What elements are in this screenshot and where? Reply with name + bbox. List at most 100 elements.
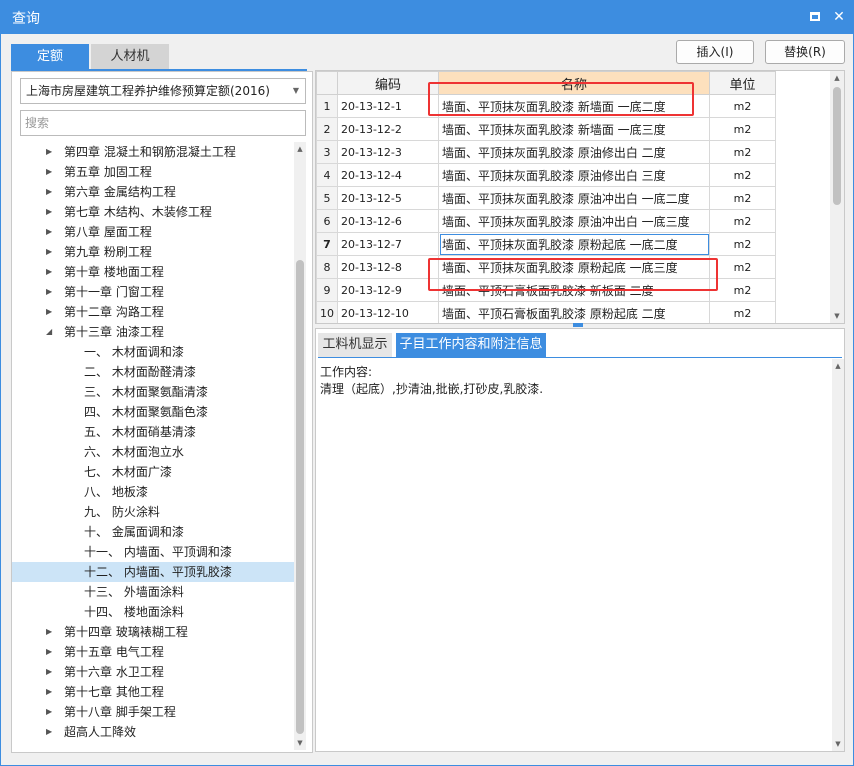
- unit-cell[interactable]: m2: [709, 94, 776, 118]
- collapsed-arrow-icon[interactable]: ▶: [46, 642, 52, 662]
- code-cell[interactable]: 20-13-12-1: [337, 94, 439, 118]
- collapsed-arrow-icon[interactable]: ▶: [46, 702, 52, 722]
- grid-scroll-thumb[interactable]: [833, 87, 841, 205]
- unit-cell[interactable]: m2: [709, 278, 776, 302]
- tab-labor-materials[interactable]: 工料机显示: [318, 333, 392, 357]
- collapsed-arrow-icon[interactable]: ▶: [46, 162, 52, 182]
- close-button[interactable]: ✕: [830, 8, 848, 26]
- code-cell[interactable]: 20-13-12-4: [337, 163, 439, 187]
- tree-item[interactable]: 二、 木材面酚醛清漆: [12, 362, 294, 382]
- scroll-down-icon[interactable]: ▼: [294, 736, 306, 750]
- unit-cell[interactable]: m2: [709, 186, 776, 210]
- tree-item[interactable]: ▶ 第四章 混凝土和钢筋混凝土工程: [12, 142, 294, 162]
- collapsed-arrow-icon[interactable]: ▶: [46, 222, 52, 242]
- name-cell[interactable]: 墙面、平顶抹灰面乳胶漆 新墙面 一底二度: [438, 94, 710, 118]
- tree-item[interactable]: ▶ 第六章 金属结构工程: [12, 182, 294, 202]
- tree-item[interactable]: ◢ 第十三章 油漆工程: [12, 322, 294, 342]
- collapsed-arrow-icon[interactable]: ▶: [46, 202, 52, 222]
- tree-item[interactable]: ▶ 第十六章 水卫工程: [12, 662, 294, 682]
- collapsed-arrow-icon[interactable]: ▶: [46, 262, 52, 282]
- code-cell[interactable]: 20-13-12-5: [337, 186, 439, 210]
- tree-scroll-thumb[interactable]: [296, 260, 304, 734]
- tree-item[interactable]: ▶ 第十四章 玻璃裱糊工程: [12, 622, 294, 642]
- code-cell[interactable]: 20-13-12-9: [337, 278, 439, 302]
- unit-cell[interactable]: m2: [709, 232, 776, 256]
- name-cell[interactable]: 墙面、平顶抹灰面乳胶漆 原粉起底 一底二度: [438, 232, 710, 256]
- table-row[interactable]: 5 20-13-12-5 墙面、平顶抹灰面乳胶漆 原油冲出白 一底二度 m2: [316, 186, 776, 210]
- name-cell[interactable]: 墙面、平顶抹灰面乳胶漆 原油修出白 二度: [438, 140, 710, 164]
- collapsed-arrow-icon[interactable]: ▶: [46, 722, 52, 742]
- tab-quota[interactable]: 定额: [11, 44, 89, 70]
- table-row[interactable]: 4 20-13-12-4 墙面、平顶抹灰面乳胶漆 原油修出白 三度 m2: [316, 163, 776, 187]
- scroll-up-icon[interactable]: ▲: [832, 359, 844, 373]
- table-row[interactable]: 10 20-13-12-10 墙面、平顶石膏板面乳胶漆 原粉起底 二度 m2: [316, 301, 776, 323]
- code-header[interactable]: 编码: [337, 71, 439, 95]
- tree-item[interactable]: ▶ 第十八章 脚手架工程: [12, 702, 294, 722]
- collapsed-arrow-icon[interactable]: ▶: [46, 662, 52, 682]
- tree-item[interactable]: 八、 地板漆: [12, 482, 294, 502]
- collapsed-arrow-icon[interactable]: ▶: [46, 682, 52, 702]
- tree-item[interactable]: ▶ 第十章 楼地面工程: [12, 262, 294, 282]
- tree-item[interactable]: ▶ 第十二章 沟路工程: [12, 302, 294, 322]
- code-cell[interactable]: 20-13-12-8: [337, 255, 439, 279]
- tab-materials[interactable]: 人材机: [91, 44, 169, 70]
- name-cell[interactable]: 墙面、平顶抹灰面乳胶漆 原油修出白 三度: [438, 163, 710, 187]
- tree-item[interactable]: 十三、 外墙面涂料: [12, 582, 294, 602]
- insert-button[interactable]: 插入(I): [676, 40, 754, 64]
- tree-item[interactable]: 三、 木材面聚氨酯清漆: [12, 382, 294, 402]
- replace-button[interactable]: 替换(R): [765, 40, 845, 64]
- tree-item[interactable]: 十四、 楼地面涂料: [12, 602, 294, 622]
- expanded-arrow-icon[interactable]: ◢: [46, 322, 52, 342]
- name-cell[interactable]: 墙面、平顶抹灰面乳胶漆 原油冲出白 一底二度: [438, 186, 710, 210]
- tree-item[interactable]: 十一、 内墙面、平顶调和漆: [12, 542, 294, 562]
- tree-item[interactable]: ▶ 第九章 粉刷工程: [12, 242, 294, 262]
- unit-cell[interactable]: m2: [709, 163, 776, 187]
- tree-scrollbar[interactable]: ▲ ▼: [294, 142, 306, 750]
- tree-item[interactable]: 五、 木材面硝基清漆: [12, 422, 294, 442]
- code-cell[interactable]: 20-13-12-10: [337, 301, 439, 323]
- name-header[interactable]: 名称: [438, 71, 710, 95]
- unit-cell[interactable]: m2: [709, 255, 776, 279]
- tree-item[interactable]: 九、 防火涂料: [12, 502, 294, 522]
- table-row[interactable]: 3 20-13-12-3 墙面、平顶抹灰面乳胶漆 原油修出白 二度 m2: [316, 140, 776, 164]
- search-input[interactable]: [20, 110, 306, 136]
- collapsed-arrow-icon[interactable]: ▶: [46, 282, 52, 302]
- unit-cell[interactable]: m2: [709, 301, 776, 323]
- tree-item[interactable]: 十、 金属面调和漆: [12, 522, 294, 542]
- code-cell[interactable]: 20-13-12-3: [337, 140, 439, 164]
- name-cell[interactable]: 墙面、平顶石膏板面乳胶漆 原粉起底 二度: [438, 301, 710, 323]
- tree-item[interactable]: ▶ 第八章 屋面工程: [12, 222, 294, 242]
- tree-item[interactable]: 一、 木材面调和漆: [12, 342, 294, 362]
- tree-item[interactable]: ▶ 第十一章 门窗工程: [12, 282, 294, 302]
- unit-cell[interactable]: m2: [709, 209, 776, 233]
- name-cell[interactable]: 墙面、平顶抹灰面乳胶漆 原粉起底 一底三度: [438, 255, 710, 279]
- code-cell[interactable]: 20-13-12-6: [337, 209, 439, 233]
- collapsed-arrow-icon[interactable]: ▶: [46, 242, 52, 262]
- table-row[interactable]: 1 20-13-12-1 墙面、平顶抹灰面乳胶漆 新墙面 一底二度 m2: [316, 94, 776, 118]
- name-cell[interactable]: 墙面、平顶石膏板面乳胶漆 新板面 二度: [438, 278, 710, 302]
- table-row[interactable]: 7 20-13-12-7 墙面、平顶抹灰面乳胶漆 原粉起底 一底二度 m2: [316, 232, 776, 256]
- unit-header[interactable]: 单位: [709, 71, 776, 95]
- tree-item[interactable]: ▶ 第十五章 电气工程: [12, 642, 294, 662]
- code-cell[interactable]: 20-13-12-2: [337, 117, 439, 141]
- collapsed-arrow-icon[interactable]: ▶: [46, 182, 52, 202]
- scroll-up-icon[interactable]: ▲: [294, 142, 306, 156]
- maximize-button[interactable]: [806, 8, 824, 26]
- collapsed-arrow-icon[interactable]: ▶: [46, 142, 52, 162]
- tree-item[interactable]: 六、 木材面泡立水: [12, 442, 294, 462]
- table-row[interactable]: 6 20-13-12-6 墙面、平顶抹灰面乳胶漆 原油冲出白 一底三度 m2: [316, 209, 776, 233]
- tree-item[interactable]: ▶ 第七章 木结构、木装修工程: [12, 202, 294, 222]
- tree-item[interactable]: 七、 木材面广漆: [12, 462, 294, 482]
- splitter-handle[interactable]: [573, 323, 583, 327]
- table-row[interactable]: 2 20-13-12-2 墙面、平顶抹灰面乳胶漆 新墙面 一底三度 m2: [316, 117, 776, 141]
- scroll-down-icon[interactable]: ▼: [832, 737, 844, 751]
- tree-item[interactable]: ▶ 第十七章 其他工程: [12, 682, 294, 702]
- grid-scrollbar[interactable]: ▲ ▼: [830, 71, 844, 323]
- name-cell[interactable]: 墙面、平顶抹灰面乳胶漆 原油冲出白 一底三度: [438, 209, 710, 233]
- tree-item[interactable]: ▶ 第五章 加固工程: [12, 162, 294, 182]
- unit-cell[interactable]: m2: [709, 140, 776, 164]
- library-select[interactable]: 上海市房屋建筑工程养护维修预算定额(2016) ▼: [20, 78, 306, 104]
- tree-item[interactable]: ▶ 超高人工降效: [12, 722, 294, 742]
- scroll-down-icon[interactable]: ▼: [830, 309, 844, 323]
- tree-item[interactable]: 四、 木材面聚氨酯色漆: [12, 402, 294, 422]
